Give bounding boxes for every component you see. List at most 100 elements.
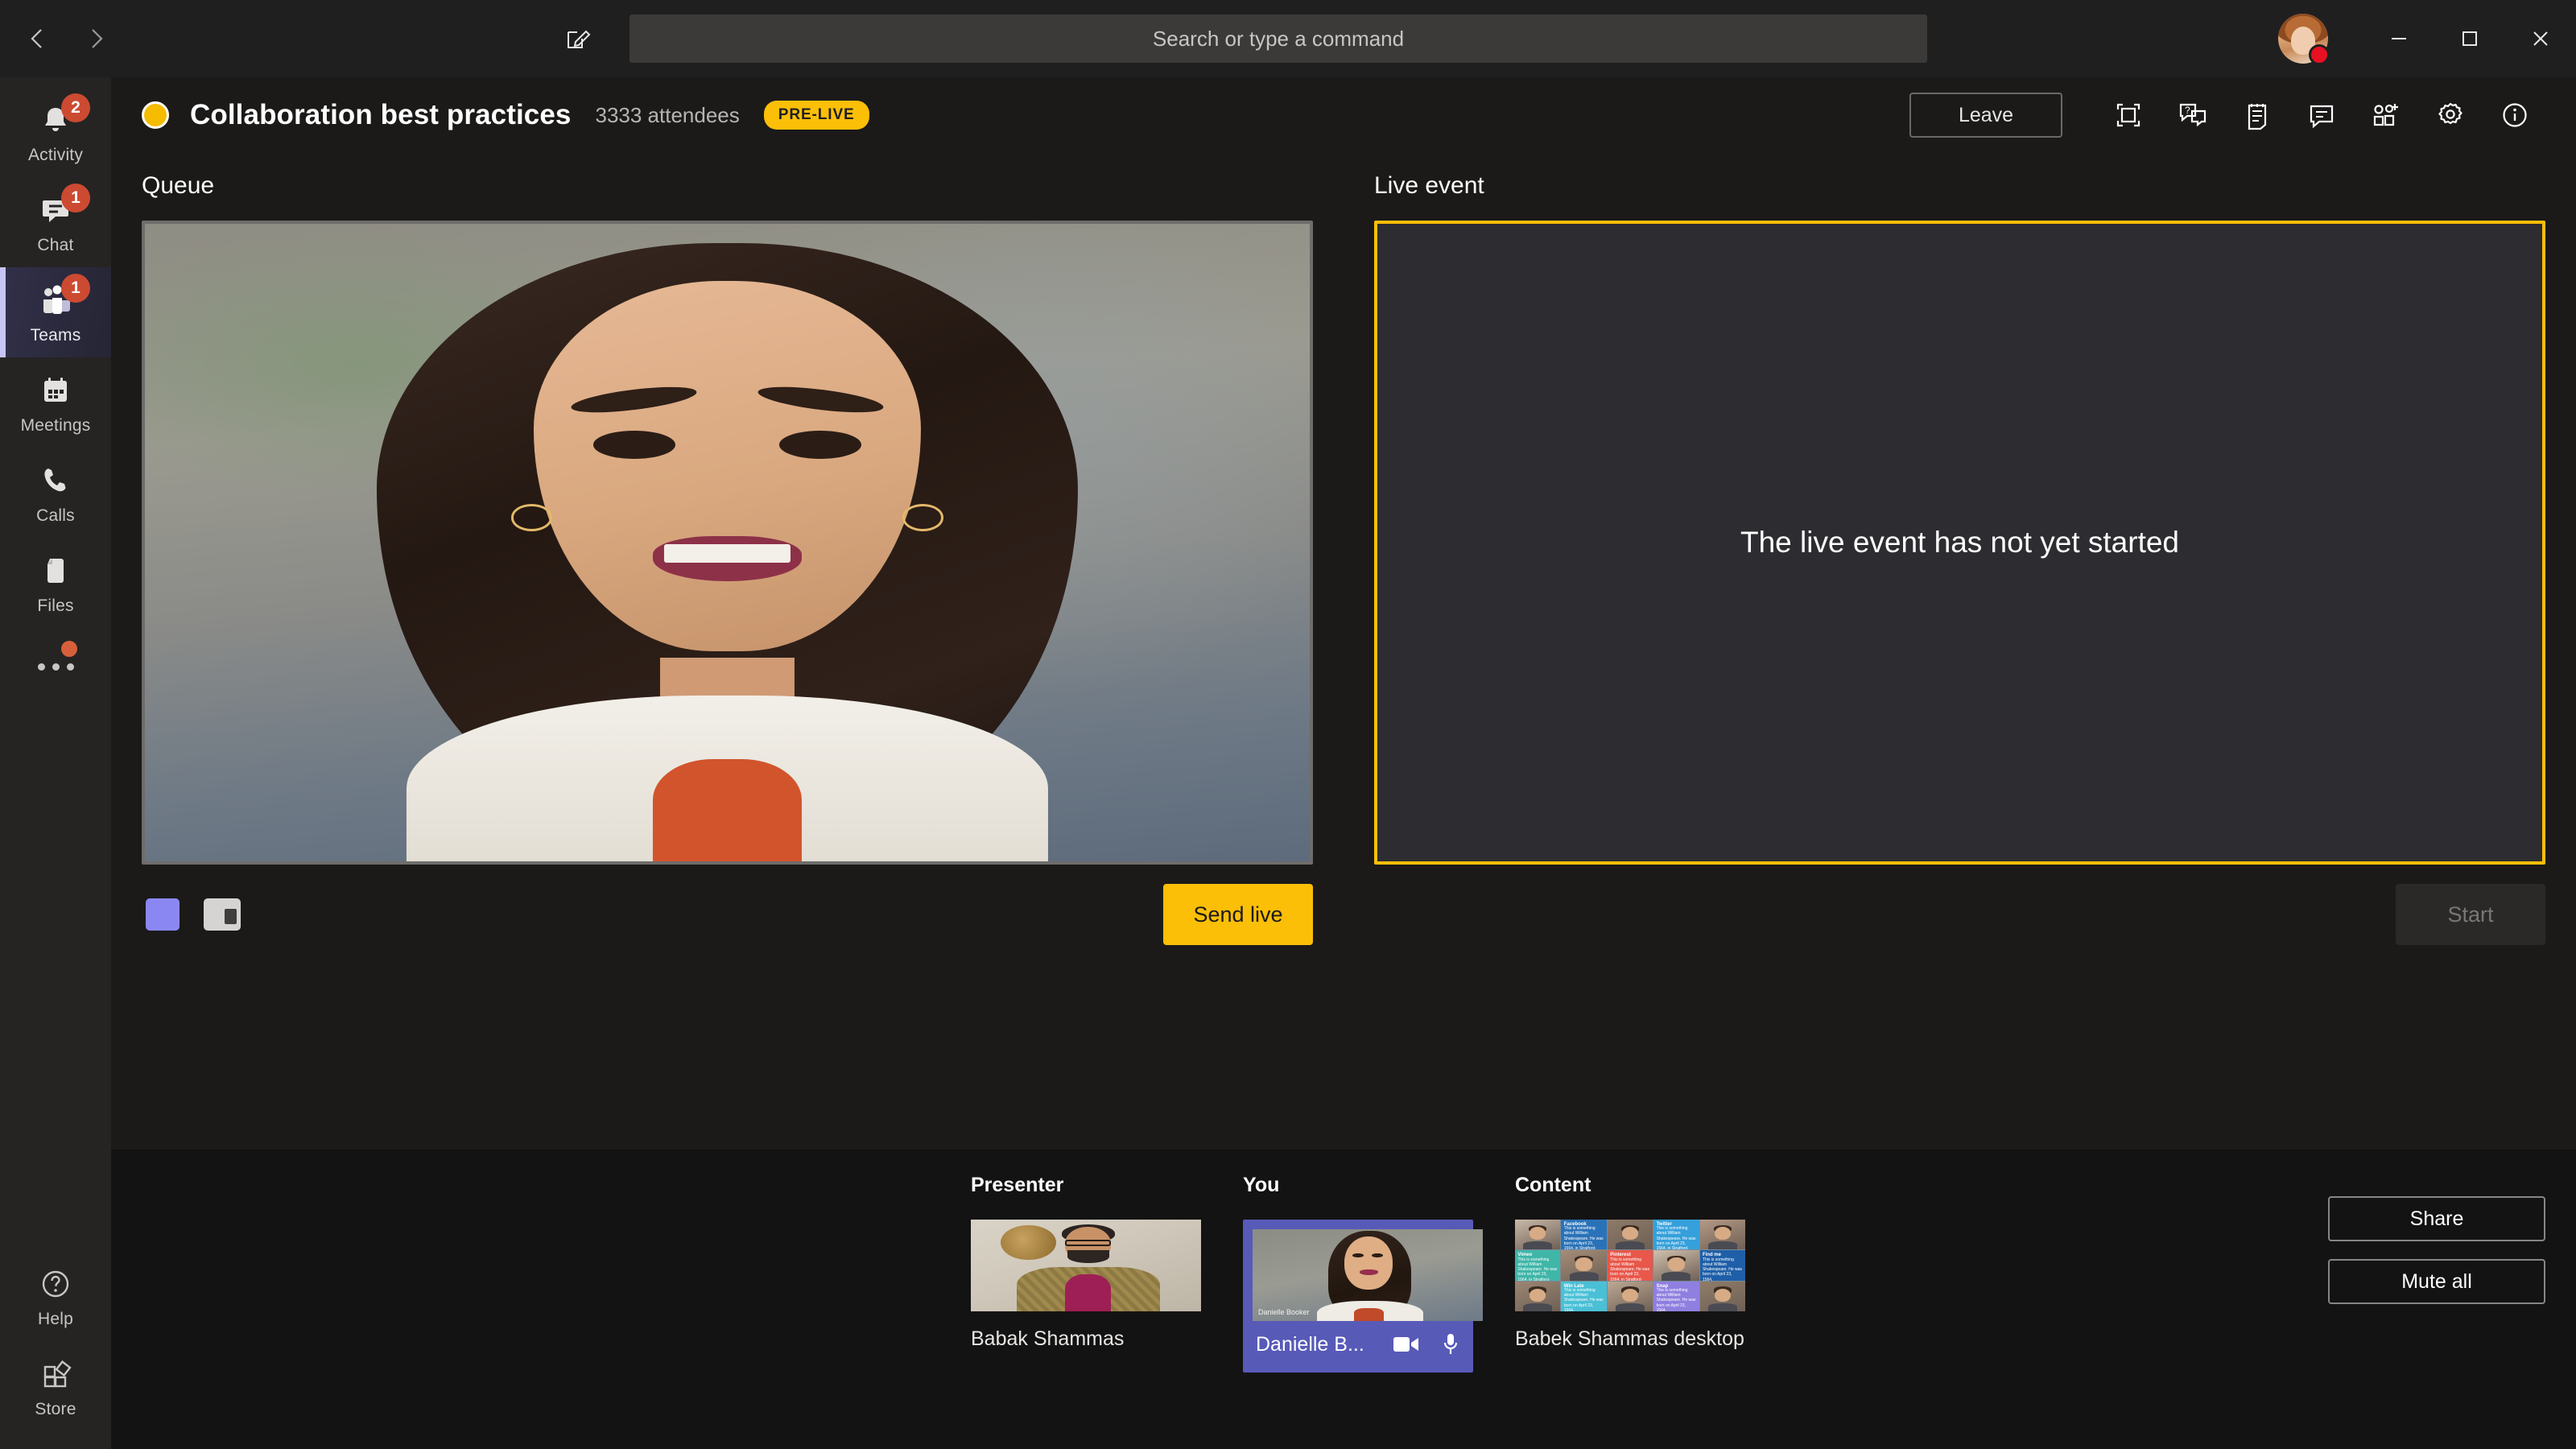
live-event-pane: Live event The live event has not yet st… [1374,172,2545,1150]
share-screen-icon[interactable] [2096,87,2161,143]
gear-icon[interactable] [2418,87,2483,143]
sidebar-item-teams[interactable]: 1 Teams [0,267,111,357]
avatar[interactable] [2278,14,2330,65]
file-icon [35,551,76,591]
live-event-preview: The live event has not yet started [1374,221,2545,865]
help-icon [35,1264,76,1304]
page-title: Collaboration best practices [190,99,572,130]
sidebar-item-calls[interactable]: Calls [0,448,111,538]
store-icon [35,1354,76,1394]
content-photo-body [1569,1272,1599,1281]
content-grid: Facebook This is something about William … [1515,1220,1745,1311]
you-tile[interactable]: Danielle Booker Danielle B... [1243,1220,1483,1373]
forward-icon[interactable] [82,25,109,52]
back-icon[interactable] [24,25,52,52]
content-photo-face [1575,1257,1592,1271]
meeting-header: Collaboration best practices 3333 attend… [111,77,2576,153]
content-photo-cell [1515,1281,1561,1311]
close-icon[interactable] [2505,0,2576,77]
sidebar-item-label: Chat [37,235,74,254]
video-camera-icon[interactable] [1393,1334,1420,1355]
tray-actions: Share Mute all [2328,1174,2545,1304]
leave-button[interactable]: Leave [1909,93,2062,138]
tray-heading: You [1243,1174,1280,1196]
title-bar: Search or type a command [0,0,2576,77]
content-photo-cell [1607,1220,1653,1250]
queue-video-preview[interactable] [142,221,1313,865]
sidebar-item-activity[interactable]: 2 Activity [0,87,111,177]
live-event-controls: Start [1374,884,2545,945]
content-photo-body [1615,1241,1645,1250]
content-name: Babek Shammas desktop [1515,1327,1744,1350]
content-photo-body [1707,1241,1737,1250]
content-tile[interactable]: Facebook This is something about William … [1515,1220,1745,1351]
sidebar-item-label: Activity [27,145,84,164]
content-photo-cell [1699,1281,1745,1311]
calendar-icon [35,370,76,411]
sidebar-item-label: Teams [30,325,81,345]
content-photo-cell [1653,1250,1699,1281]
layout-option-split[interactable] [201,895,243,934]
window-controls [2278,0,2576,77]
content-photo-face [1714,1288,1731,1302]
content-photo-body [1523,1241,1553,1250]
tray-heading: Presenter [971,1174,1064,1196]
content-photo-face [1668,1257,1685,1271]
you-tile-footer: Danielle B... [1253,1332,1463,1363]
queue-controls: Send live [142,884,1313,945]
navigation-arrows [24,25,109,52]
content-photo-body [1707,1302,1737,1311]
sidebar-item-files[interactable]: Files [0,538,111,628]
content-photo-face [1714,1226,1731,1241]
minimize-icon[interactable] [2363,0,2434,77]
layout-option-single[interactable] [142,895,184,934]
tray-column-you: You Danielle Booker Danielle B... [1243,1174,1483,1373]
svg-text:?: ? [2185,105,2190,116]
add-people-icon[interactable] [2354,87,2418,143]
sidebar-item-chat[interactable]: 1 Chat [0,177,111,267]
tray-columns: Presenter Babak Shammas You Danielle Boo… [971,1174,1745,1373]
activity-badge: 2 [61,93,90,122]
maximize-icon[interactable] [2434,0,2505,77]
content-photo-face [1530,1288,1546,1302]
info-icon[interactable] [2483,87,2547,143]
sidebar-item-meetings[interactable]: Meetings [0,357,111,448]
more-apps-button[interactable] [0,628,111,705]
mute-all-button[interactable]: Mute all [2328,1259,2545,1304]
start-button[interactable]: Start [2396,884,2545,945]
content-photo-face [1621,1288,1639,1302]
presenter-tile[interactable]: Babak Shammas [971,1220,1201,1351]
sidebar-item-help[interactable]: Help [0,1251,111,1341]
tray-column-presenter: Presenter Babak Shammas [971,1174,1201,1373]
content-photo-cell [1515,1220,1561,1250]
you-overlay-name: Danielle Booker [1258,1308,1310,1316]
teams-badge: 1 [61,273,90,303]
send-live-button[interactable]: Send live [1163,884,1313,945]
sidebar-item-label: Help [38,1309,73,1328]
presenter-thumbnail [971,1220,1201,1311]
content-photo-body [1662,1272,1691,1281]
sidebar-item-label: Calls [36,506,75,525]
attendee-count: 3333 attendees [595,102,740,127]
more-apps-notification-dot [61,641,77,657]
qna-icon[interactable]: ? [2161,87,2225,143]
main-content: Collaboration best practices 3333 attend… [111,77,2576,1449]
content-photo-face [1621,1226,1639,1241]
you-thumbnail: Danielle Booker [1253,1229,1483,1321]
search-bar[interactable]: Search or type a command [630,14,1927,63]
microphone-icon[interactable] [1441,1332,1460,1356]
live-event-message: The live event has not yet started [1740,526,2180,559]
content-thumbnail: Facebook This is something about William … [1515,1220,1745,1311]
sidebar-item-store[interactable]: Store [0,1341,111,1431]
live-status-indicator [142,101,169,129]
content-card-cell: Find me This is something about William S… [1699,1250,1745,1281]
tray-column-content: Content Facebook This is something about … [1515,1174,1745,1373]
share-button[interactable]: Share [2328,1196,2545,1241]
conversation-icon[interactable] [2289,87,2354,143]
tray-heading: Content [1515,1174,1591,1196]
compose-icon[interactable] [555,17,599,60]
content-card-cell: Vimeo This is something about William Sha… [1515,1250,1561,1281]
you-name: Danielle B... [1256,1332,1364,1356]
sidebar-item-label: Store [35,1399,76,1418]
notes-icon[interactable] [2225,87,2289,143]
